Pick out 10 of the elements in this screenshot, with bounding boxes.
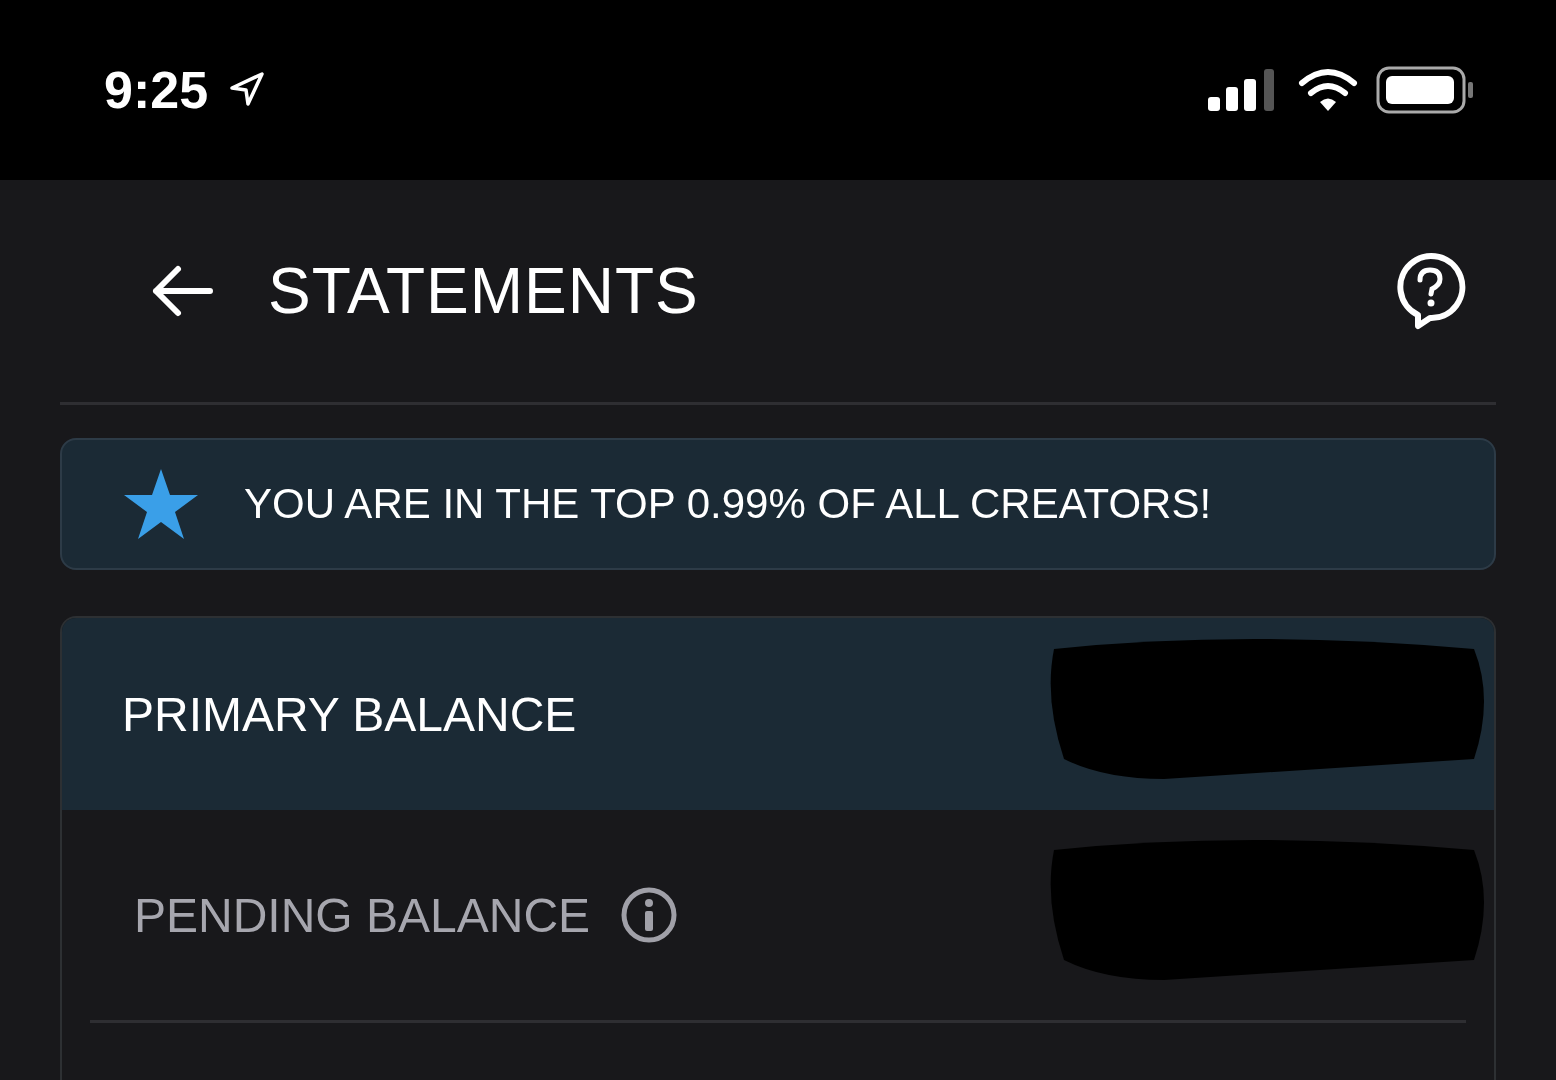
wifi-icon	[1298, 67, 1358, 113]
clock-time: 9:25	[104, 60, 209, 120]
help-icon[interactable]	[1394, 252, 1466, 330]
star-icon	[122, 467, 200, 541]
battery-icon	[1376, 66, 1476, 114]
balance-label: PRIMARY BALANCE	[122, 686, 577, 742]
banner-text: YOU ARE IN THE TOP 0.99% OF ALL CREATORS!	[244, 480, 1212, 528]
info-icon[interactable]	[620, 886, 679, 944]
balance-label: PENDING BALANCE	[134, 887, 591, 943]
statements-title[interactable]: STATEMENTS	[268, 254, 699, 328]
